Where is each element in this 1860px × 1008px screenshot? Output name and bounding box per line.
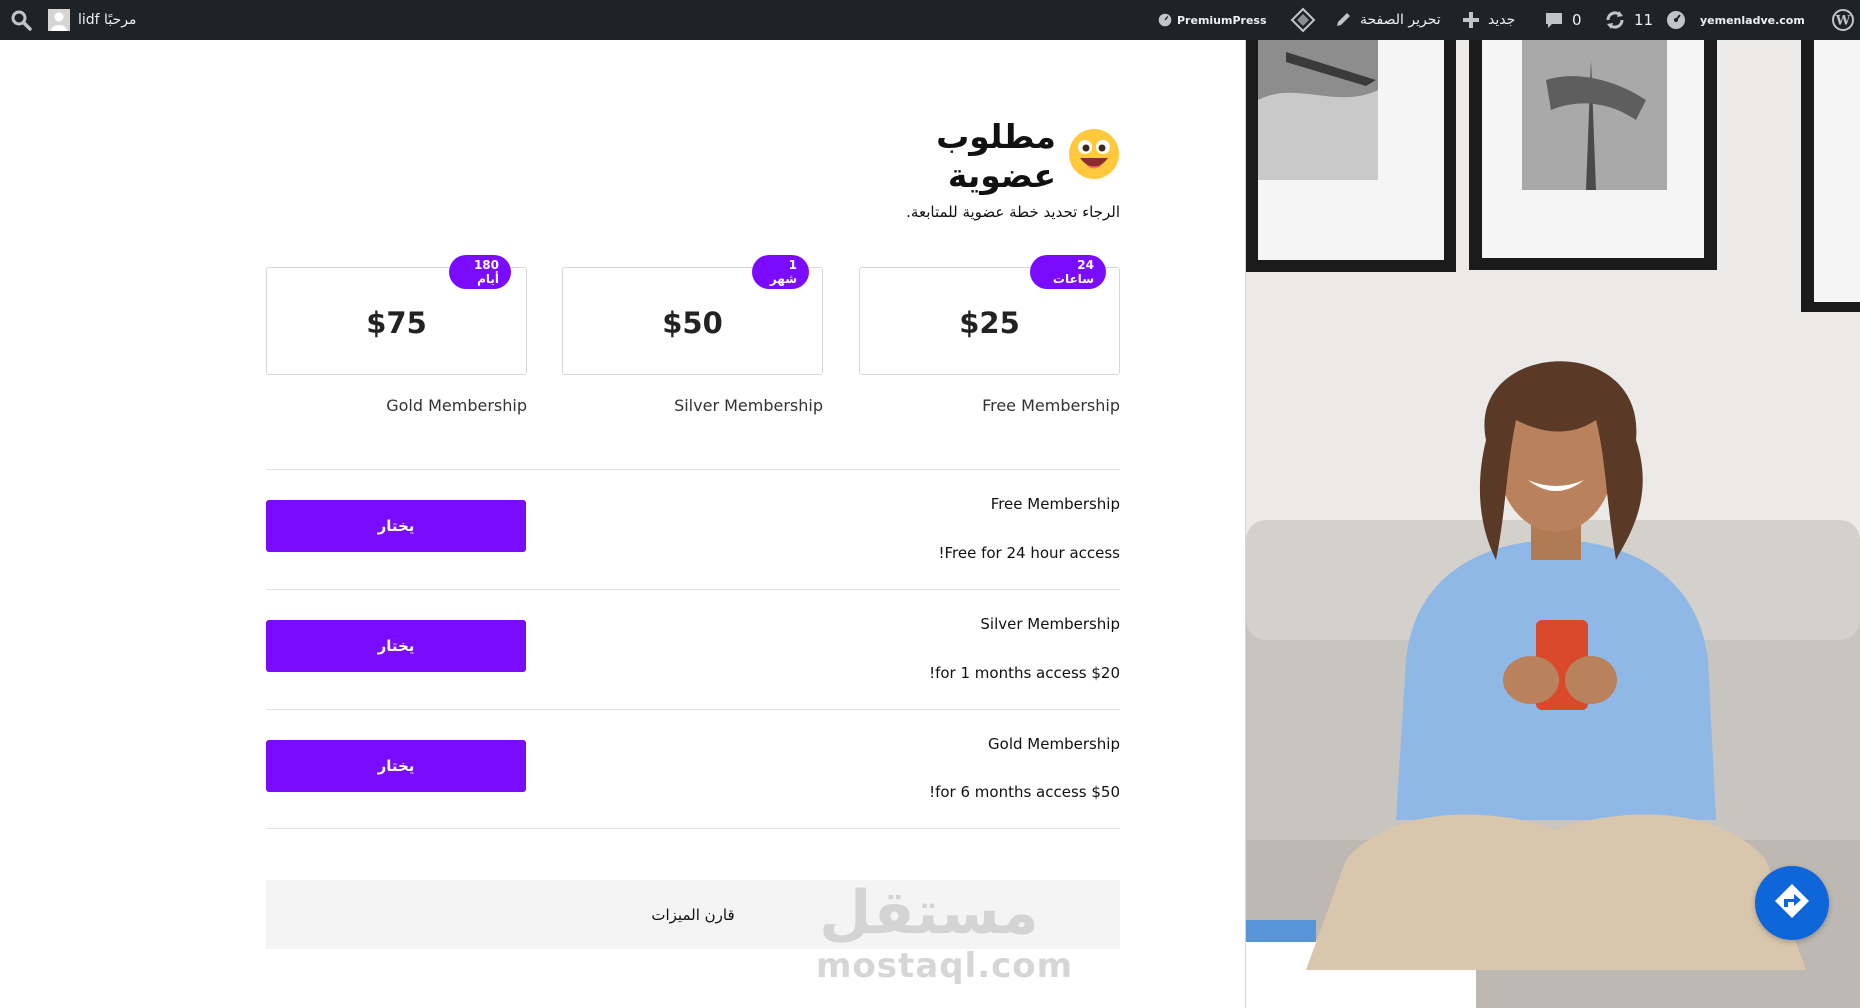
plan-duration-badge: 24 ساعات — [1030, 255, 1106, 289]
direction-icon — [1772, 881, 1812, 925]
row-plan-description: !for 6 months access $50 — [929, 783, 1120, 801]
watermark-arabic: مستقل — [819, 878, 1039, 948]
updates-count: 11 — [1634, 11, 1654, 29]
row-plan-title: Free Membership — [990, 495, 1120, 513]
site-name: yemenladve.com — [1700, 13, 1805, 27]
plan-name: Silver Membership — [674, 396, 823, 415]
plan-duration-badge: 1 شهر — [752, 255, 809, 289]
admin-bar: W yemenladve.com 11 0 جديد تحرير الصفحة … — [0, 0, 1860, 40]
premiumpress-menu[interactable]: PremiumPress — [1158, 0, 1267, 40]
search-icon[interactable] — [10, 0, 32, 40]
diamond-icon[interactable] — [1290, 0, 1316, 40]
site-name-menu[interactable]: yemenladve.com — [1666, 0, 1805, 40]
divider — [266, 589, 1120, 590]
row-plan-description: !Free for 24 hour access — [938, 544, 1120, 562]
my-account-menu[interactable]: مرحبًا lidf — [48, 0, 136, 40]
plan-name: Free Membership — [982, 396, 1120, 415]
direction-button[interactable] — [1755, 866, 1829, 940]
svg-text:W: W — [1835, 14, 1851, 29]
select-plan-button[interactable]: يختار — [266, 500, 526, 552]
comments-menu[interactable]: 0 — [1544, 0, 1582, 40]
new-content-menu[interactable]: جديد — [1462, 0, 1515, 40]
watermark-latin: mostaql.com — [816, 946, 1074, 986]
emoji-icon — [1068, 128, 1120, 184]
page-header: مطلوب عضوية — [820, 117, 1120, 195]
pencil-icon — [1334, 11, 1352, 29]
hero-photo — [1246, 40, 1860, 1008]
premiumpress-label: PremiumPress — [1177, 13, 1267, 27]
page-subtitle: الرجاء تحديد خطة عضوية للمتابعة. — [906, 203, 1120, 221]
divider — [266, 469, 1120, 470]
dashboard-icon — [1158, 13, 1172, 27]
page-title: مطلوب عضوية — [936, 117, 1056, 195]
edit-page-link[interactable]: تحرير الصفحة — [1334, 0, 1441, 40]
plus-icon — [1462, 11, 1480, 29]
refresh-icon — [1604, 10, 1626, 30]
row-plan-description: !for 1 months access $20 — [929, 664, 1120, 682]
row-plan-title: Silver Membership — [980, 615, 1120, 633]
avatar — [48, 9, 70, 31]
divider — [266, 709, 1120, 710]
row-plan-title: Gold Membership — [988, 735, 1120, 753]
edit-page-label: تحرير الصفحة — [1360, 12, 1441, 28]
plan-price: $25 — [959, 306, 1020, 340]
select-plan-button[interactable]: يختار — [266, 740, 526, 792]
plan-name: Gold Membership — [386, 396, 527, 415]
plan-price: $75 — [366, 306, 427, 340]
comment-icon — [1544, 10, 1564, 30]
plan-duration-badge: 180 أيام — [449, 255, 511, 289]
comments-count: 0 — [1572, 11, 1582, 29]
dashboard-icon — [1666, 10, 1686, 30]
new-label: جديد — [1488, 12, 1516, 28]
updates-menu[interactable]: 11 — [1604, 0, 1653, 40]
wordpress-icon[interactable]: W — [1826, 0, 1854, 40]
select-plan-button[interactable]: يختار — [266, 620, 526, 672]
watermark-logo: مستقل mostaql.com — [816, 878, 1074, 986]
greeting: مرحبًا lidf — [78, 12, 137, 28]
divider — [266, 828, 1120, 829]
plan-price: $50 — [662, 306, 723, 340]
